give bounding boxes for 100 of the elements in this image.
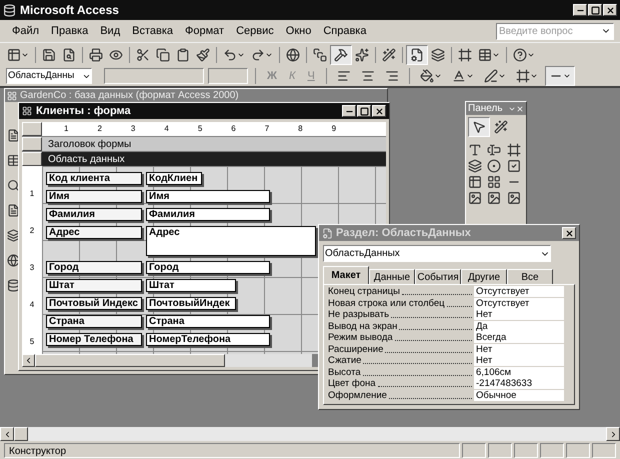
toolbar-button[interactable] [406,44,428,64]
property-value[interactable]: Отсутствует [474,286,564,298]
toolbox-tool-icon[interactable] [468,191,482,205]
field-label[interactable]: Страна [46,315,142,328]
layers-icon [431,48,445,62]
text-box-control[interactable]: ПочтовыйИндек [146,297,236,310]
close-icon [606,6,614,14]
close-button[interactable] [603,4,617,16]
toolbox-tool-icon[interactable] [506,159,521,173]
property-value[interactable]: Всегда [474,332,564,344]
menu-item[interactable]: Вид [94,22,126,40]
text-box-control[interactable]: Имя [146,190,270,203]
toolbox-tool-icon[interactable] [468,175,482,189]
text-box-control[interactable]: Город [146,261,270,274]
close-icon [374,106,384,116]
menu-item[interactable]: Вставка [126,22,180,40]
field-label[interactable]: Код клиента [46,172,142,185]
property-value[interactable]: 6,106см [474,366,564,378]
minimize-button[interactable] [342,105,356,117]
object-icon[interactable] [7,279,20,292]
field-label[interactable]: Адрес [46,226,142,239]
section-selector[interactable] [22,152,42,166]
object-icon[interactable] [7,229,20,242]
tab[interactable]: Данные [369,269,415,284]
object-icon[interactable] [7,179,20,192]
toolbox-tool-icon[interactable] [487,175,502,189]
text-box-control[interactable]: Штат [146,279,236,292]
property-value[interactable]: Нет [474,344,564,355]
align-center-icon [360,69,375,83]
close-button[interactable] [562,227,576,239]
field-label[interactable]: Почтовый Индекс [46,297,142,310]
text-box-control[interactable]: Страна [146,315,270,328]
maximize-button[interactable] [357,105,371,117]
close-icon[interactable] [516,104,524,112]
object-dropdown[interactable]: ОбластьДанны [6,68,92,84]
object-dropdown[interactable]: ОбластьДанных [323,245,551,262]
toolbox-tool-icon[interactable] [506,143,521,157]
field-label[interactable]: Имя [46,190,142,203]
property-value[interactable]: Да [474,320,564,332]
toolbar-button[interactable] [330,44,352,64]
object-icon[interactable] [7,254,20,267]
field-label[interactable]: Номер Телефона [46,333,142,346]
text-box-control[interactable]: НомерТелефона [146,333,270,346]
section-selector[interactable] [22,137,42,151]
scroll-thumb[interactable] [14,427,28,441]
app-icon [3,4,16,16]
field-label[interactable]: Штат [46,279,142,292]
property-value[interactable]: Отсутствует [474,298,564,309]
toolbox-tool-icon[interactable] [468,159,482,173]
menu-item[interactable]: Сервис [230,22,280,40]
object-icon[interactable] [7,129,20,142]
field-label[interactable]: Город [46,261,142,274]
property-name: Не разрывать [328,309,390,320]
toolbar-button[interactable] [468,117,490,137]
border-icon [516,69,530,83]
close-button[interactable] [372,105,386,117]
form-icon [22,106,32,116]
property-value[interactable]: Обычное [474,390,564,401]
minimize-button[interactable] [573,4,587,16]
toolbox-tool-icon[interactable] [487,159,502,173]
help-search-field[interactable]: Введите вопрос [496,22,614,40]
properties-icon [322,228,333,238]
window-title: Клиенты : форма [36,104,131,119]
section-bar[interactable]: Область данных [42,152,386,166]
property-value[interactable]: Нет [474,309,564,320]
horizontal-scrollbar[interactable] [22,354,312,367]
horizontal-scrollbar[interactable] [0,427,620,441]
section-bar[interactable]: Заголовок формы [42,137,386,151]
property-name: Конец страницы [328,286,400,298]
toolbox-tool-icon[interactable] [487,143,502,157]
property-value[interactable]: -2147483633 [474,378,564,390]
wand-icon [494,120,508,134]
menu-item[interactable]: Формат [179,22,230,40]
font-dropdown[interactable] [104,68,204,84]
scroll-thumb[interactable] [35,354,225,367]
maximize-button[interactable] [588,4,602,16]
object-icon[interactable] [7,204,20,217]
caret-icon [530,72,538,80]
field-label[interactable]: Фамилия [46,208,142,221]
status-panel [540,442,564,458]
line-color-icon [484,69,498,83]
tab[interactable]: События [415,269,461,284]
text-box-control[interactable]: КодКлиен [146,172,202,185]
text-box-control[interactable]: Адрес [146,226,316,256]
property-value[interactable]: Нет [474,355,564,366]
text-box-control[interactable]: Фамилия [146,208,270,221]
toolbox-tool-icon[interactable] [506,191,521,205]
menu-item[interactable]: Правка [45,22,94,40]
menu-item[interactable]: Файл [6,22,46,40]
menu-item[interactable]: Окно [280,22,318,40]
toolbox-tool-icon[interactable] [487,191,502,205]
tab[interactable]: Все [507,269,553,284]
tab[interactable]: Другие [461,269,507,284]
size-dropdown[interactable] [208,68,248,84]
form-selector[interactable] [22,122,42,136]
toolbox-tool-icon[interactable] [468,143,482,157]
window-title: Раздел: ОбластьДанных [336,226,472,241]
menu-item[interactable]: Справка [317,22,372,40]
tab[interactable]: Макет [323,266,369,284]
object-icon[interactable] [7,154,20,167]
